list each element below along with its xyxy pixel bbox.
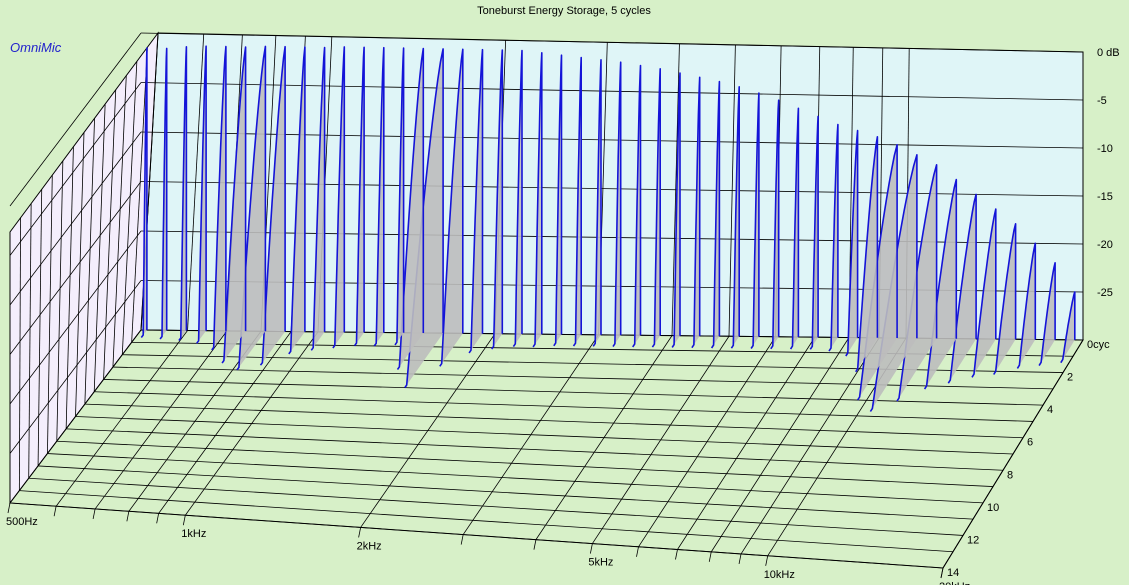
freq-tick [636,546,639,557]
freq-tick [738,553,742,565]
cycle-tick-label: 12 [967,534,979,546]
freq-tick [126,511,130,522]
freq-tick [53,506,57,517]
db-tick-label: -20 [1097,239,1113,251]
freq-tick-label: 500Hz [6,516,38,528]
freq-tick-label: 20kHz [939,581,970,585]
freq-tick-label: 5kHz [588,557,613,569]
freq-tick [589,543,593,554]
cycle-tick-label: 2 [1067,372,1073,384]
db-tick-label: -10 [1097,143,1113,155]
cycle-tick-label: 10 [987,502,999,514]
freq-tick-label: 1kHz [181,528,206,540]
freq-tick [7,502,11,514]
cycle-tick-label: 14 [947,567,959,579]
cycle-tick-label: 4 [1047,404,1053,416]
cycle-tick-label: 0cyc [1087,339,1110,351]
cycle-tick-label: 8 [1007,469,1013,481]
db-tick-label: -15 [1097,191,1113,203]
freq-tick [533,539,537,550]
floor [9,329,1084,569]
freq-tick-label: 2kHz [357,540,382,552]
freq-tick [156,513,160,524]
db-tick-label: -5 [1097,95,1107,107]
cycle-tick-label: 6 [1027,437,1033,449]
freq-tick [182,515,186,526]
freq-tick [708,551,712,562]
freq-tick [460,534,464,545]
freq-tick [675,549,678,560]
db-tick-label: -25 [1097,287,1113,299]
freq-tick [92,508,96,520]
waterfall-chart: 0 dB -5 -10 -15 -20 -25 500Hz 1kHz 2kHz 5kHz 10kHz… [6,5,1120,585]
chart-title: Toneburst Energy Storage, 5 cycles [477,5,651,17]
freq-tick [765,555,769,566]
freq-tick [358,527,362,538]
freq-tick [940,567,944,579]
brand-logo: OmniMic [10,40,62,55]
db-tick-label: 0 dB [1097,47,1120,59]
freq-tick-label: 10kHz [764,569,795,581]
